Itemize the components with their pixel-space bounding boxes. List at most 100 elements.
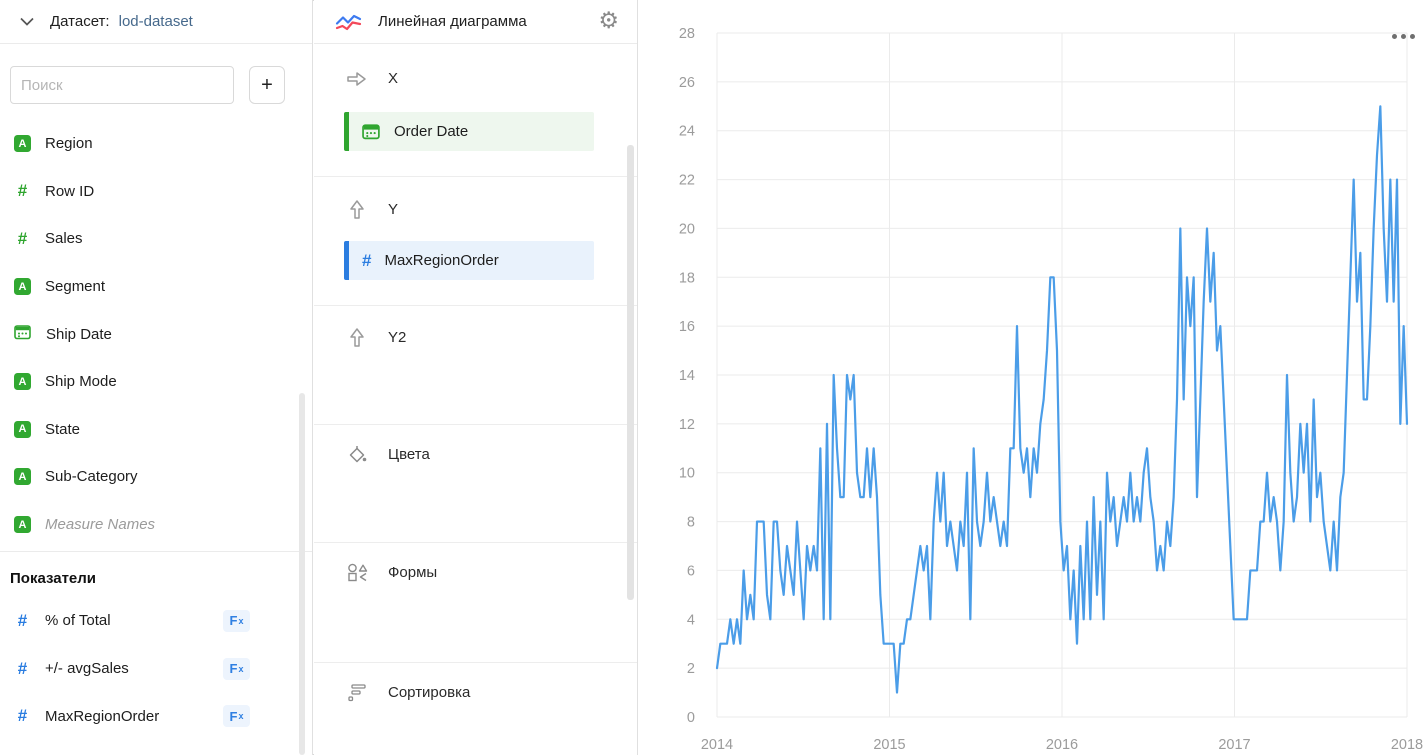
svg-text:0: 0	[687, 710, 695, 726]
measure-row-avg-sales[interactable]: # +/- avgSales Fx	[0, 645, 312, 693]
field-row-ship-mode[interactable]: A Ship Mode	[0, 358, 312, 406]
formula-icon[interactable]: Fx	[223, 610, 250, 632]
number-field-icon: #	[14, 229, 31, 249]
measure-label: MaxRegionOrder	[45, 708, 159, 725]
field-row-measure-names[interactable]: A Measure Names	[0, 501, 312, 549]
search-input[interactable]	[10, 66, 234, 104]
field-row-region[interactable]: A Region	[0, 120, 312, 168]
svg-text:14: 14	[679, 368, 695, 384]
section-shapes-label: Формы	[388, 564, 437, 581]
field-label: Segment	[45, 278, 105, 295]
measure-row-max-region-order[interactable]: # MaxRegionOrder Fx	[0, 692, 312, 740]
field-row-sub-category[interactable]: A Sub-Category	[0, 453, 312, 501]
field-label: Ship Mode	[45, 373, 117, 390]
field-label: Region	[45, 135, 93, 152]
string-field-icon: A	[14, 278, 31, 295]
dataset-name-link[interactable]: lod-dataset	[119, 13, 193, 30]
svg-text:12: 12	[679, 417, 695, 433]
svg-text:28: 28	[679, 26, 695, 42]
svg-text:2: 2	[687, 661, 695, 677]
paint-bucket-icon	[346, 445, 368, 464]
section-sorting-label: Сортировка	[388, 684, 470, 701]
sort-icon	[346, 683, 368, 702]
svg-text:10: 10	[679, 466, 695, 482]
string-field-icon: A	[14, 373, 31, 390]
chip-accent-bar	[344, 112, 349, 151]
y-field-chip-max-region-order[interactable]: # MaxRegionOrder	[344, 241, 594, 280]
svg-text:2015: 2015	[873, 737, 905, 753]
formula-icon[interactable]: Fx	[223, 705, 250, 727]
dataset-label: Датасет:	[50, 13, 110, 30]
measure-label: % of Total	[45, 612, 111, 629]
number-field-icon: #	[14, 181, 31, 201]
field-label: Sub-Category	[45, 468, 138, 485]
config-panel-scrollbar[interactable]	[627, 145, 634, 600]
svg-text:24: 24	[679, 124, 695, 140]
field-row-sales[interactable]: # Sales	[0, 215, 312, 263]
section-y: Y	[314, 198, 637, 220]
svg-text:2016: 2016	[1046, 737, 1078, 753]
shapes-icon	[346, 563, 368, 582]
chevron-down-icon[interactable]	[20, 17, 34, 26]
string-field-icon: A	[14, 516, 31, 533]
x-field-chip-order-date[interactable]: Order Date	[344, 112, 594, 151]
chart-panel: 0246810121416182022242628201420152016201…	[638, 0, 1427, 755]
dimensions-list: A Region # Row ID # Sales A Segment Ship…	[0, 120, 312, 548]
field-row-row-id[interactable]: # Row ID	[0, 168, 312, 216]
section-colors: Цвета	[314, 445, 637, 464]
field-row-state[interactable]: A State	[0, 406, 312, 454]
section-x: X	[314, 70, 637, 87]
divider	[314, 176, 637, 177]
string-field-icon: A	[14, 421, 31, 438]
field-label: Measure Names	[45, 516, 155, 533]
line-chart-type-icon[interactable]	[335, 11, 362, 32]
svg-text:6: 6	[687, 563, 695, 579]
divider	[314, 424, 637, 425]
field-label: Row ID	[45, 183, 94, 200]
line-chart[interactable]: 0246810121416182022242628201420152016201…	[638, 0, 1427, 755]
section-y2-label: Y2	[388, 329, 406, 346]
svg-text:22: 22	[679, 173, 695, 189]
section-colors-label: Цвета	[388, 446, 430, 463]
svg-text:18: 18	[679, 270, 695, 286]
svg-text:2014: 2014	[701, 737, 733, 753]
section-shapes: Формы	[314, 563, 637, 582]
svg-text:2018: 2018	[1391, 737, 1423, 753]
svg-text:8: 8	[687, 515, 695, 531]
arrow-up-icon	[346, 326, 368, 348]
gear-icon[interactable]: ⚙	[598, 10, 619, 33]
x-field-label: Order Date	[394, 123, 468, 140]
field-search-row: +	[10, 66, 302, 104]
field-row-ship-date[interactable]: Ship Date	[0, 310, 312, 358]
measures-list: # % of Total Fx # +/- avgSales Fx # MaxR…	[0, 597, 312, 740]
divider	[0, 551, 312, 552]
formula-icon[interactable]: Fx	[223, 658, 250, 680]
measure-field-icon: #	[362, 251, 371, 271]
field-label: State	[45, 421, 80, 438]
measure-field-icon: #	[14, 706, 31, 726]
dataset-panel: Датасет: lod-dataset + A Region # Row ID…	[0, 0, 313, 755]
arrow-up-icon	[346, 198, 368, 220]
dataset-panel-header: Датасет: lod-dataset	[0, 0, 312, 44]
arrow-right-icon	[346, 71, 368, 87]
add-field-button[interactable]: +	[249, 66, 285, 104]
chart-config-panel: Линейная диаграмма ⚙ X Order Date Y # Ma…	[314, 0, 638, 755]
chip-accent-bar	[344, 241, 349, 280]
field-row-segment[interactable]: A Segment	[0, 263, 312, 311]
measure-field-icon: #	[14, 659, 31, 679]
string-field-icon: A	[14, 468, 31, 485]
y-field-label: MaxRegionOrder	[384, 252, 498, 269]
section-y-label: Y	[388, 201, 398, 218]
section-y2: Y2	[314, 326, 637, 348]
measure-label: +/- avgSales	[45, 660, 129, 677]
divider	[314, 305, 637, 306]
svg-text:26: 26	[679, 75, 695, 91]
section-x-label: X	[388, 70, 398, 87]
left-panel-scrollbar[interactable]	[299, 393, 305, 755]
field-label: Ship Date	[46, 326, 112, 343]
measures-section-title: Показатели	[10, 570, 96, 587]
measure-row-percent-of-total[interactable]: # % of Total Fx	[0, 597, 312, 645]
svg-text:2017: 2017	[1218, 737, 1250, 753]
chart-type-title: Линейная диаграмма	[378, 13, 527, 30]
field-label: Sales	[45, 230, 83, 247]
